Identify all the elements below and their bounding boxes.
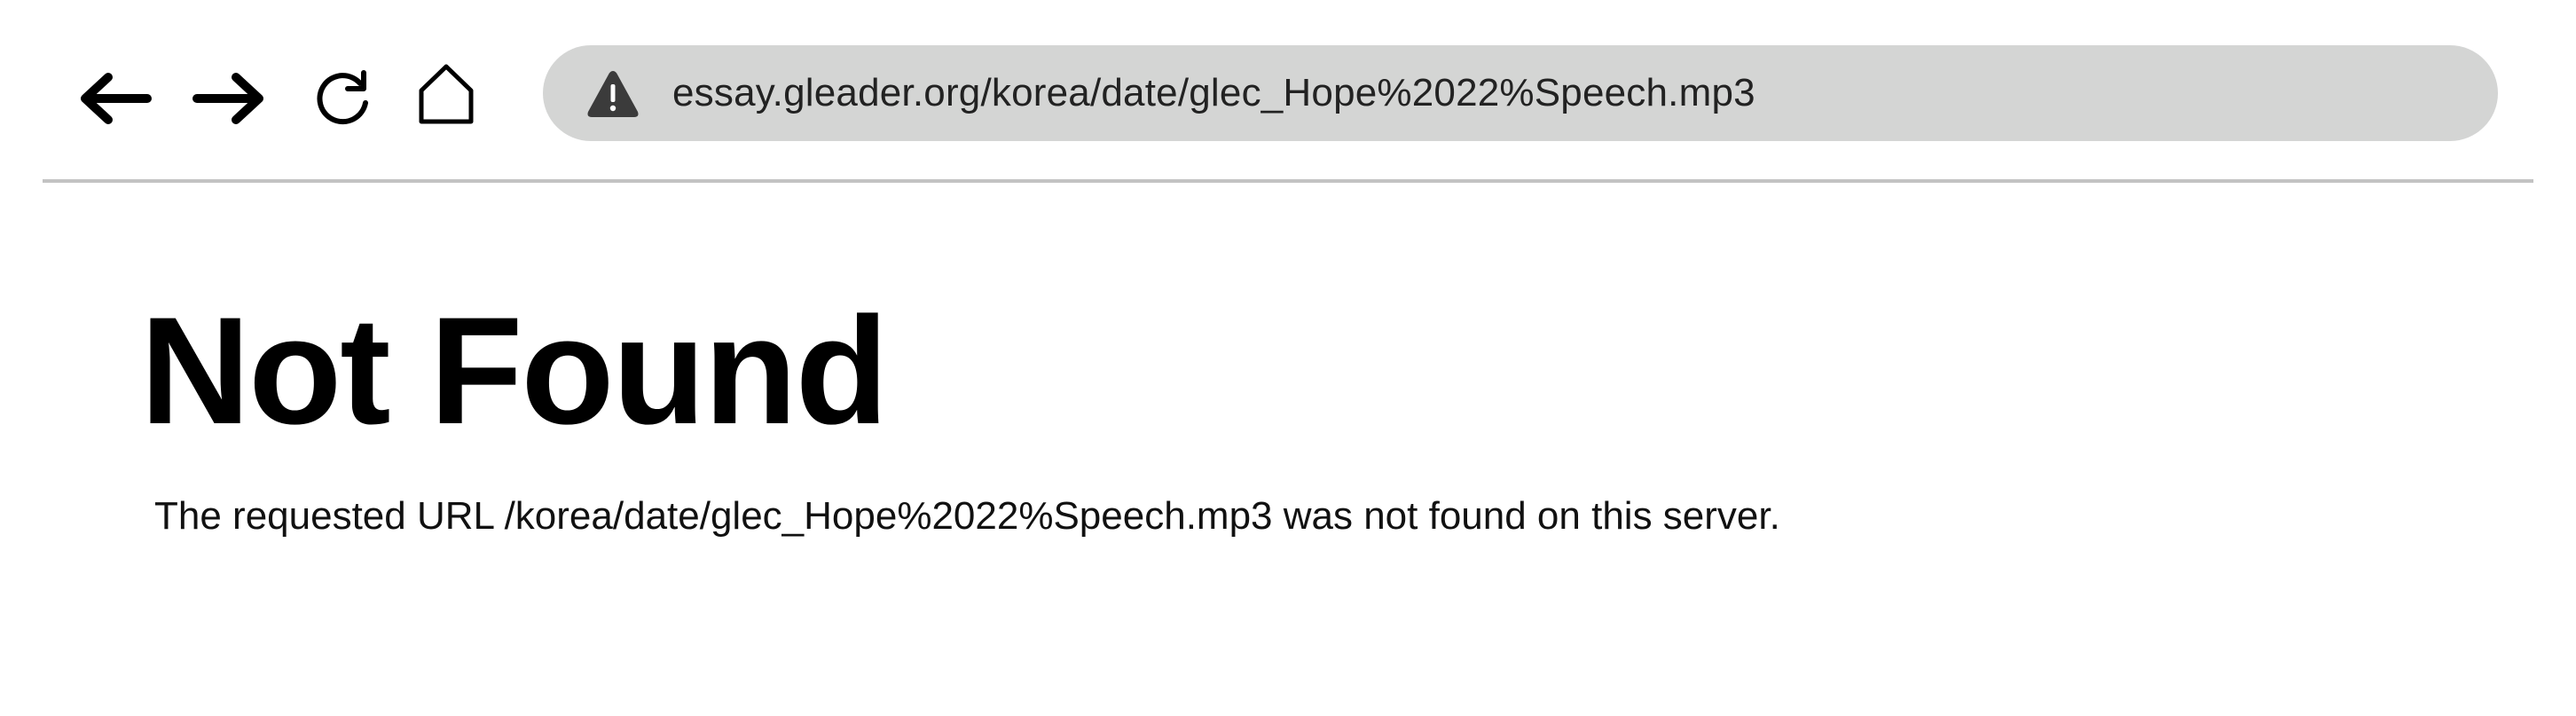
address-bar[interactable]: essay.gleader.org/korea/date/glec_Hope%2… [543, 45, 2498, 141]
warning-icon[interactable] [585, 68, 640, 120]
reload-icon[interactable] [312, 67, 374, 130]
page-title: Not Found [140, 286, 889, 456]
back-arrow-icon[interactable] [76, 67, 153, 130]
browser-toolbar: essay.gleader.org/korea/date/glec_Hope%2… [0, 0, 2576, 183]
toolbar-divider [43, 179, 2533, 183]
forward-arrow-icon[interactable] [192, 67, 268, 130]
error-message: The requested URL /korea/date/glec_Hope%… [154, 494, 1780, 538]
url-text[interactable]: essay.gleader.org/korea/date/glec_Hope%2… [672, 45, 1755, 141]
home-icon[interactable] [417, 62, 475, 126]
